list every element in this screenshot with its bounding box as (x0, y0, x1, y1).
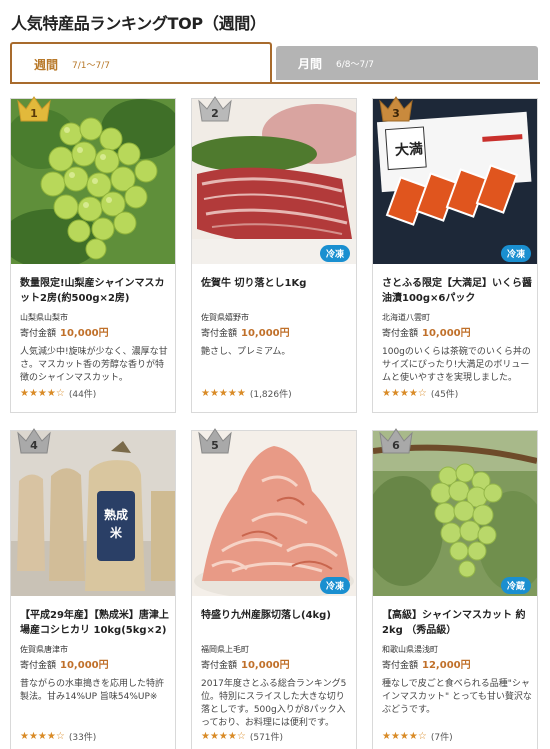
product-region: 北海道八雲町 (382, 313, 430, 322)
product-description: 人気減少中!旋味が少なく、濃厚な甘さ。マスカット香の芳醇な香りが特徴のシャインマ… (20, 347, 168, 383)
crown-gold-icon: 1 (17, 96, 51, 122)
product-card[interactable]: 冷凍 2 佐賀牛 切り落とし1Kg 佐賀県嬉野市 寄付金額 10,000円 艶さし… (191, 96, 357, 413)
product-region: 和歌山県湯浅町 (382, 645, 438, 654)
crown-gray-icon: 6 (379, 428, 413, 454)
product-name[interactable]: さとふる限定【大満足】いくら醤油漬100g×6パック (382, 276, 532, 306)
product-image-ikura[interactable]: 大満 (373, 99, 537, 264)
price-amount: 10,000円 (241, 328, 290, 339)
product-card[interactable]: 冷蔵 6 【高級】シャインマスカット 約2kg （秀品級） 和歌山県湯浅町 寄付… (372, 428, 538, 749)
product-name[interactable]: 特盛り九州産豚切落し(4kg) (201, 608, 351, 623)
rating: ★★★★★ (1,826件) (201, 387, 292, 400)
review-count[interactable]: (45件) (431, 387, 458, 400)
crown-gray-icon: 4 (17, 428, 51, 454)
tab-monthly-label: 月間 (298, 56, 323, 71)
product-image-grapes[interactable] (11, 99, 175, 264)
star-rating-icon: ★★★★☆ (382, 731, 427, 742)
rank-number: 1 (30, 107, 38, 120)
price-amount: 10,000円 (422, 328, 471, 339)
review-count[interactable]: (7件) (431, 730, 453, 743)
product-name[interactable]: 数量限定!山梨産シャインマスカット2房(約500g×2房) (20, 276, 170, 306)
price-amount: 10,000円 (60, 660, 109, 671)
rating: ★★★★☆ (33件) (20, 730, 96, 743)
star-rating-icon: ★★★★☆ (20, 388, 65, 399)
rating: ★★★★☆ (45件) (382, 387, 458, 400)
review-count[interactable]: (1,826件) (250, 387, 292, 400)
svg-text:大満: 大満 (394, 140, 423, 159)
product-name[interactable]: 【平成29年産】【熟成米】唐津上場産コシヒカリ 10kg(5kg×2) (20, 608, 170, 638)
tab-monthly-range: 6/8～7/7 (336, 59, 374, 70)
frozen-badge: 冷凍 (500, 245, 531, 262)
rating: ★★★★☆ (44件) (20, 387, 96, 400)
product-image-rice[interactable]: 熟成 米 (11, 431, 175, 596)
product-card[interactable]: 大満 冷凍 3 さとふる限定【大満足】いくら醤油漬100g×6パック 北海道八雲… (372, 96, 538, 413)
rank-number: 4 (30, 439, 38, 452)
review-count[interactable]: (571件) (250, 730, 283, 743)
frozen-badge: 冷凍 (319, 245, 350, 262)
price-amount: 10,000円 (60, 328, 109, 339)
price-label: 寄付金額 (382, 661, 419, 671)
refrigerated-badge: 冷蔵 (500, 577, 531, 594)
crown-bronze-icon: 3 (379, 96, 413, 122)
price-label: 寄付金額 (201, 661, 238, 671)
tab-weekly-label: 週間 (34, 57, 59, 72)
product-region: 福岡県上毛町 (201, 645, 249, 654)
product-image-grapes-hanging[interactable] (373, 431, 537, 596)
star-rating-icon: ★★★★★ (201, 388, 246, 399)
rank-number: 6 (392, 439, 400, 452)
price-amount: 12,000円 (422, 660, 471, 671)
product-image-beef[interactable] (192, 99, 356, 264)
tab-divider (10, 82, 540, 84)
product-description: 種なしで皮ごと食べられる品種"シャインマスカット" とっても甘い贅沢なぶどうです… (382, 679, 532, 715)
star-rating-icon: ★★★★☆ (20, 731, 65, 742)
price-label: 寄付金額 (20, 661, 57, 671)
product-card[interactable]: 1 数量限定!山梨産シャインマスカット2房(約500g×2房) 山梨県山梨市 寄… (10, 96, 176, 413)
price-row: 寄付金額 12,000円 (382, 656, 471, 671)
rank-number: 5 (211, 439, 219, 452)
crown-gray-icon: 5 (198, 428, 232, 454)
product-description: 2017年度さとふる総合ランキング5位。特別にスライスした大きな切り落としです。… (201, 679, 347, 728)
frozen-badge: 冷凍 (319, 577, 350, 594)
product-card[interactable]: 冷凍 5 特盛り九州産豚切落し(4kg) 福岡県上毛町 寄付金額 10,000円 … (191, 428, 357, 749)
price-label: 寄付金額 (201, 329, 238, 339)
price-row: 寄付金額 10,000円 (20, 656, 109, 671)
rank-number: 2 (211, 107, 219, 120)
crown-silver-icon: 2 (198, 96, 232, 122)
rank-number: 3 (392, 107, 400, 120)
price-row: 寄付金額 10,000円 (201, 324, 290, 339)
price-row: 寄付金額 10,000円 (201, 656, 290, 671)
product-name[interactable]: 【高級】シャインマスカット 約2kg （秀品級） (382, 608, 532, 638)
svg-text:熟成: 熟成 (104, 507, 128, 522)
price-label: 寄付金額 (382, 329, 419, 339)
product-region: 山梨県山梨市 (20, 313, 68, 322)
product-region: 佐賀県嬉野市 (201, 313, 249, 322)
rating: ★★★★☆ (7件) (382, 730, 453, 743)
price-row: 寄付金額 10,000円 (382, 324, 471, 339)
product-description: 昔ながらの水車搗きを応用した特許製法。甘み14%UP 旨味54%UP※ (20, 679, 165, 702)
product-name[interactable]: 佐賀牛 切り落とし1Kg (201, 276, 351, 291)
review-count[interactable]: (33件) (69, 730, 96, 743)
price-label: 寄付金額 (20, 329, 57, 339)
tab-weekly-range: 7/1～7/7 (72, 60, 110, 71)
product-description: 100gのいくらは茶碗でのいくら丼のサイズにぴったり!大満足のボリュームと使いや… (382, 347, 531, 383)
product-card[interactable]: 熟成 米 4 【平成29年産】【熟成米】唐津上場産コシヒカリ 10kg(5kg×… (10, 428, 176, 749)
price-amount: 10,000円 (241, 660, 290, 671)
product-region: 佐賀県唐津市 (20, 645, 68, 654)
svg-text:米: 米 (110, 525, 123, 540)
star-rating-icon: ★★★★☆ (201, 731, 246, 742)
rating: ★★★★☆ (571件) (201, 730, 283, 743)
page-title: 人気特産品ランキングTOP（週間） (11, 14, 266, 33)
review-count[interactable]: (44件) (69, 387, 96, 400)
product-description: 艶さし、プレミアム。 (201, 347, 291, 357)
star-rating-icon: ★★★★☆ (382, 388, 427, 399)
price-row: 寄付金額 10,000円 (20, 324, 109, 339)
tab-monthly[interactable]: 月間 6/8～7/7 (276, 46, 538, 80)
product-image-pork[interactable] (192, 431, 356, 596)
tab-weekly[interactable]: 週間 7/1～7/7 (10, 42, 272, 84)
